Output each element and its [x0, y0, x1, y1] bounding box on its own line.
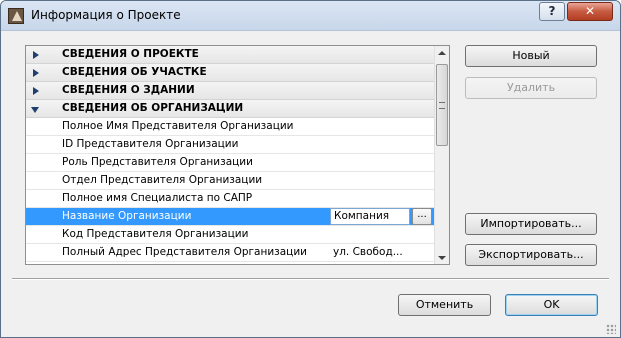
project-info-dialog: Информация о Проекте ? ✕ СВЕДЕНИЯ О ПРОЕ…: [0, 0, 621, 338]
group-site-info[interactable]: СВЕДЕНИЯ ОБ УЧАСТКЕ: [26, 64, 434, 82]
property-name: Полное Имя Представителя Организации: [62, 120, 294, 132]
expand-caret-icon[interactable]: [33, 69, 39, 77]
scroll-up-arrow-icon[interactable]: [438, 51, 446, 55]
group-building-info[interactable]: СВЕДЕНИЯ О ЗДАНИИ: [26, 82, 434, 100]
property-name: Полный Адрес Представителя Организации: [62, 246, 307, 258]
property-name: Название Организации: [62, 210, 192, 222]
property-name: Роль Представителя Организации: [62, 156, 253, 168]
table-row[interactable]: Полное имя Специалиста по САПР: [26, 190, 434, 208]
property-value-input[interactable]: Компания: [330, 208, 410, 225]
delete-button[interactable]: Удалить: [465, 77, 597, 99]
archicad-app-icon: [8, 8, 24, 24]
export-button[interactable]: Экспортировать...: [465, 244, 597, 266]
title-bar[interactable]: Информация о Проекте ? ✕: [1, 1, 620, 31]
browse-button[interactable]: ...: [412, 208, 432, 225]
scroll-down-arrow-icon[interactable]: [438, 256, 446, 260]
table-row-selected[interactable]: Название Организации Компания ...: [26, 208, 434, 226]
table-row[interactable]: Полный Адрес Представителя Организации у…: [26, 244, 434, 262]
close-button[interactable]: ✕: [567, 2, 613, 21]
group-label: СВЕДЕНИЯ О ЗДАНИИ: [62, 84, 195, 96]
table-row[interactable]: Роль Представителя Организации: [26, 154, 434, 172]
cancel-button[interactable]: Отменить: [398, 294, 491, 316]
property-name: ID Представителя Организации: [62, 138, 239, 150]
table-row[interactable]: ID Представителя Организации: [26, 136, 434, 154]
expand-caret-icon[interactable]: [33, 87, 39, 95]
divider: [12, 278, 609, 280]
group-organization-info[interactable]: СВЕДЕНИЯ ОБ ОРГАНИЗАЦИИ: [26, 100, 434, 118]
group-label: СВЕДЕНИЯ ОБ ОРГАНИЗАЦИИ: [62, 102, 244, 114]
table-row[interactable]: Отдел Представителя Организации: [26, 172, 434, 190]
property-grid: СВЕДЕНИЯ О ПРОЕКТЕ СВЕДЕНИЯ ОБ УЧАСТКЕ С…: [25, 45, 450, 265]
dialog-client-area: СВЕДЕНИЯ О ПРОЕКТЕ СВЕДЕНИЯ ОБ УЧАСТКЕ С…: [2, 32, 619, 337]
resize-grip-icon[interactable]: [606, 324, 616, 334]
new-button[interactable]: Новый: [465, 45, 597, 67]
property-name: Полное имя Специалиста по САПР: [62, 192, 253, 204]
property-grid-body: СВЕДЕНИЯ О ПРОЕКТЕ СВЕДЕНИЯ ОБ УЧАСТКЕ С…: [26, 46, 434, 264]
group-project-info[interactable]: СВЕДЕНИЯ О ПРОЕКТЕ: [26, 46, 434, 64]
dialog-title: Информация о Проекте: [31, 8, 181, 22]
ok-button[interactable]: OK: [505, 294, 598, 316]
group-label: СВЕДЕНИЯ ОБ УЧАСТКЕ: [62, 66, 207, 78]
table-row[interactable]: Полное Имя Представителя Организации: [26, 118, 434, 136]
vertical-scrollbar[interactable]: [434, 46, 449, 264]
property-name: Отдел Представителя Организации: [62, 174, 263, 186]
collapse-caret-icon[interactable]: [31, 107, 39, 113]
property-value[interactable]: ул. Свобод...: [333, 244, 403, 261]
scroll-thumb[interactable]: [436, 64, 448, 146]
table-row[interactable]: Код Представителя Организации: [26, 226, 434, 244]
property-name: Код Представителя Организации: [62, 228, 249, 240]
help-button[interactable]: ?: [539, 2, 565, 21]
group-label: СВЕДЕНИЯ О ПРОЕКТЕ: [62, 48, 199, 60]
expand-caret-icon[interactable]: [33, 51, 39, 59]
import-button[interactable]: Импортировать...: [465, 213, 597, 235]
